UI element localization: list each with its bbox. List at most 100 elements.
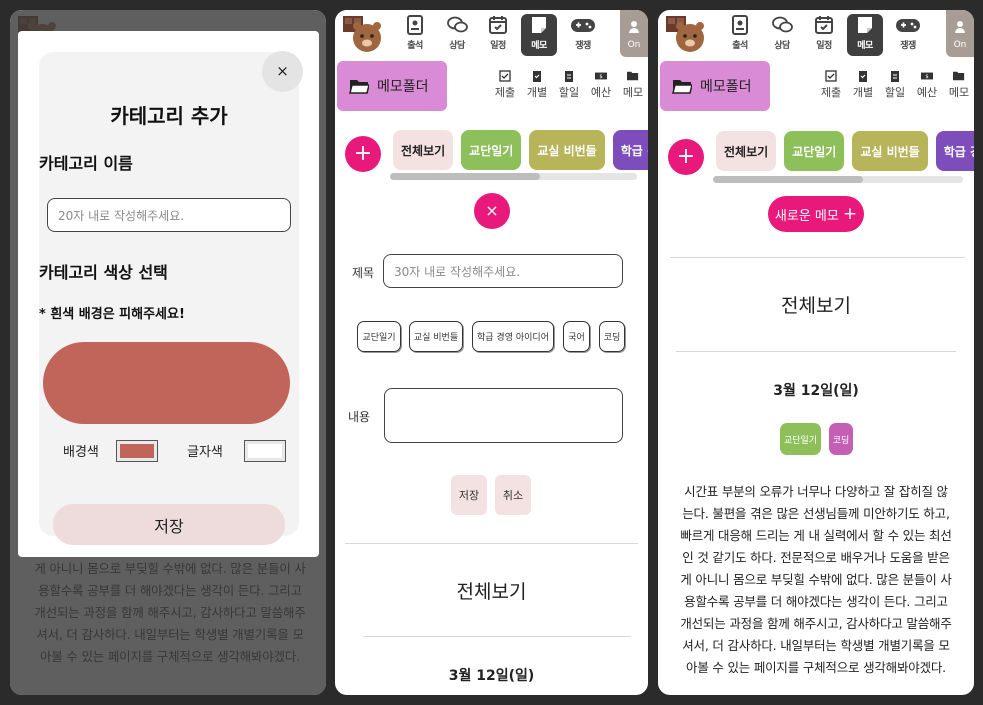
- memo-tag-diary[interactable]: 교단일기: [780, 423, 821, 455]
- save-memo-button[interactable]: 저장: [451, 475, 487, 515]
- memo-folder-button[interactable]: 메모폴더: [660, 61, 770, 111]
- memo-tag-coding[interactable]: 코딩: [829, 423, 853, 455]
- svg-text:$: $: [925, 74, 928, 80]
- category-chip-all[interactable]: 전체보기: [716, 131, 777, 171]
- subnav-individual[interactable]: 개별: [850, 68, 876, 108]
- nav-attendance[interactable]: 출석: [722, 14, 758, 56]
- top-nav: 출석 상담 일정 메모 쟁쟁 On: [658, 10, 974, 57]
- divider: [345, 543, 638, 544]
- add-category-button[interactable]: +: [345, 136, 381, 172]
- subnav-submit[interactable]: 제출: [492, 68, 518, 108]
- close-form-button[interactable]: ×: [474, 193, 510, 229]
- category-chip-school[interactable]: 학급 경: [612, 130, 648, 170]
- svg-text:$: $: [599, 74, 602, 80]
- category-scrollbar[interactable]: [390, 173, 637, 180]
- checkbox-icon: [499, 70, 511, 82]
- subnav-submit[interactable]: 제출: [818, 68, 844, 108]
- text-color-picker[interactable]: [244, 440, 286, 462]
- clipboard-list-icon: [891, 71, 899, 82]
- memo-date: 3월 12일(일): [773, 383, 859, 399]
- nav-counsel[interactable]: 상담: [439, 14, 475, 56]
- list-heading: 전체보기: [456, 581, 527, 603]
- add-category-button[interactable]: +: [668, 139, 704, 175]
- bear-logo-icon: [343, 16, 381, 52]
- calendar-icon: [815, 16, 833, 34]
- tag-korean[interactable]: 국어: [563, 321, 590, 352]
- money-icon: $: [921, 72, 933, 80]
- folder-open-icon: [627, 71, 639, 81]
- add-category-modal: 카테고리 추가 카테고리 이름 20자 내로 작성해주세요. 카테고리 색상 선…: [18, 31, 319, 557]
- category-chip-school[interactable]: 학급 경: [935, 131, 974, 171]
- nav-memo[interactable]: 메모: [847, 14, 883, 56]
- nav-schedule[interactable]: 일정: [806, 14, 842, 56]
- modal-title: 카테고리 추가: [110, 104, 228, 128]
- online-status-button[interactable]: On: [946, 10, 974, 57]
- clipboard-check-icon: [859, 71, 867, 82]
- category-chip-secret[interactable]: 교실 비번들: [529, 130, 605, 170]
- nav-memo[interactable]: 메모: [521, 14, 557, 56]
- memo-folder-button[interactable]: 메모폴더: [337, 61, 447, 111]
- nav-game[interactable]: 쟁쟁: [888, 14, 928, 56]
- tag-coding[interactable]: 코딩: [599, 321, 625, 352]
- subnav-todo[interactable]: 할일: [556, 68, 582, 108]
- content-textarea[interactable]: [384, 388, 623, 443]
- attendance-icon: [407, 15, 423, 35]
- gamepad-icon: [896, 19, 920, 32]
- user-icon: [955, 21, 965, 33]
- bear-logo-icon: [666, 16, 704, 52]
- memo-content: 시간표 부분의 오류가 너무나 다양하고 잘 잡히질 않 는다. 불편을 겪은 많…: [680, 484, 952, 675]
- category-scrollbar[interactable]: [713, 176, 963, 183]
- nav-counsel[interactable]: 상담: [764, 14, 800, 56]
- phone-screen-memo-form: 출석 상담 일정 메모 쟁쟁 On 메모폴더 제출 개별 할일 $ 예산 메모 +…: [335, 10, 648, 695]
- category-chip-diary[interactable]: 교단일기: [461, 130, 522, 170]
- title-input[interactable]: 30자 내로 작성해주세요.: [383, 254, 623, 288]
- user-icon: [629, 21, 639, 33]
- nav-game[interactable]: 쟁쟁: [563, 14, 603, 56]
- color-preview[interactable]: [43, 342, 290, 424]
- category-name-input[interactable]: 20자 내로 작성해주세요.: [47, 198, 291, 232]
- folder-open-icon: [953, 71, 965, 81]
- folder-icon: [672, 80, 692, 94]
- tag-secret[interactable]: 교실 비번들: [409, 321, 463, 352]
- subnav-individual[interactable]: 개별: [524, 68, 550, 108]
- subnav-budget[interactable]: $ 예산: [588, 68, 614, 108]
- subnav-memo[interactable]: 메모: [620, 68, 646, 108]
- top-nav: 출석 상담 일정 메모 쟁쟁 On: [335, 10, 648, 57]
- nav-schedule[interactable]: 일정: [480, 14, 516, 56]
- category-row: 전체보기 교단일기 교실 비번들 학급 경: [716, 131, 974, 171]
- subnav-budget[interactable]: $ 예산: [914, 68, 940, 108]
- chat-icon: [772, 16, 793, 33]
- money-icon: $: [595, 72, 607, 80]
- nav-attendance[interactable]: 출석: [397, 14, 433, 56]
- clipboard-list-icon: [565, 71, 573, 82]
- white-bg-warning: * 흰색 배경은 피해주세요!: [39, 307, 185, 322]
- bg-color-label: 배경색: [63, 445, 99, 460]
- cancel-memo-button[interactable]: 취소: [495, 475, 531, 515]
- category-chip-secret[interactable]: 교실 비번들: [852, 131, 928, 171]
- divider: [363, 636, 631, 637]
- bg-color-picker[interactable]: [116, 440, 158, 462]
- phone-screen-memo-list: 출석 상담 일정 메모 쟁쟁 On 메모폴더 제출 개별 할일 $ 예산 메모 +…: [658, 10, 974, 695]
- gamepad-icon: [571, 19, 595, 32]
- subnav-todo[interactable]: 할일: [882, 68, 908, 108]
- save-category-button[interactable]: 저장: [53, 504, 285, 545]
- list-heading: 전체보기: [781, 295, 851, 317]
- subnav-memo[interactable]: 메모: [946, 68, 972, 108]
- category-chip-diary[interactable]: 교단일기: [784, 131, 845, 171]
- chat-icon: [447, 16, 468, 33]
- calendar-icon: [489, 16, 507, 34]
- content-label: 내용: [348, 410, 371, 424]
- new-memo-button[interactable]: 새로운 메모 +: [768, 196, 864, 232]
- online-status-button[interactable]: On: [620, 10, 648, 57]
- close-modal-button[interactable]: ×: [262, 51, 303, 92]
- modal-panel: 카테고리 추가 카테고리 이름 20자 내로 작성해주세요. 카테고리 색상 선…: [39, 52, 299, 545]
- category-name-label: 카테고리 이름: [39, 154, 133, 173]
- divider: [676, 351, 956, 352]
- memo-subnav: 제출 개별 할일 $ 예산 메모: [492, 68, 646, 108]
- checkbox-icon: [825, 70, 837, 82]
- memo-icon: [858, 17, 872, 33]
- divider: [670, 257, 965, 258]
- tag-diary[interactable]: 교단일기: [357, 321, 401, 352]
- tag-school-idea[interactable]: 학급 경영 아이디어: [472, 321, 554, 352]
- category-chip-all[interactable]: 전체보기: [393, 130, 454, 170]
